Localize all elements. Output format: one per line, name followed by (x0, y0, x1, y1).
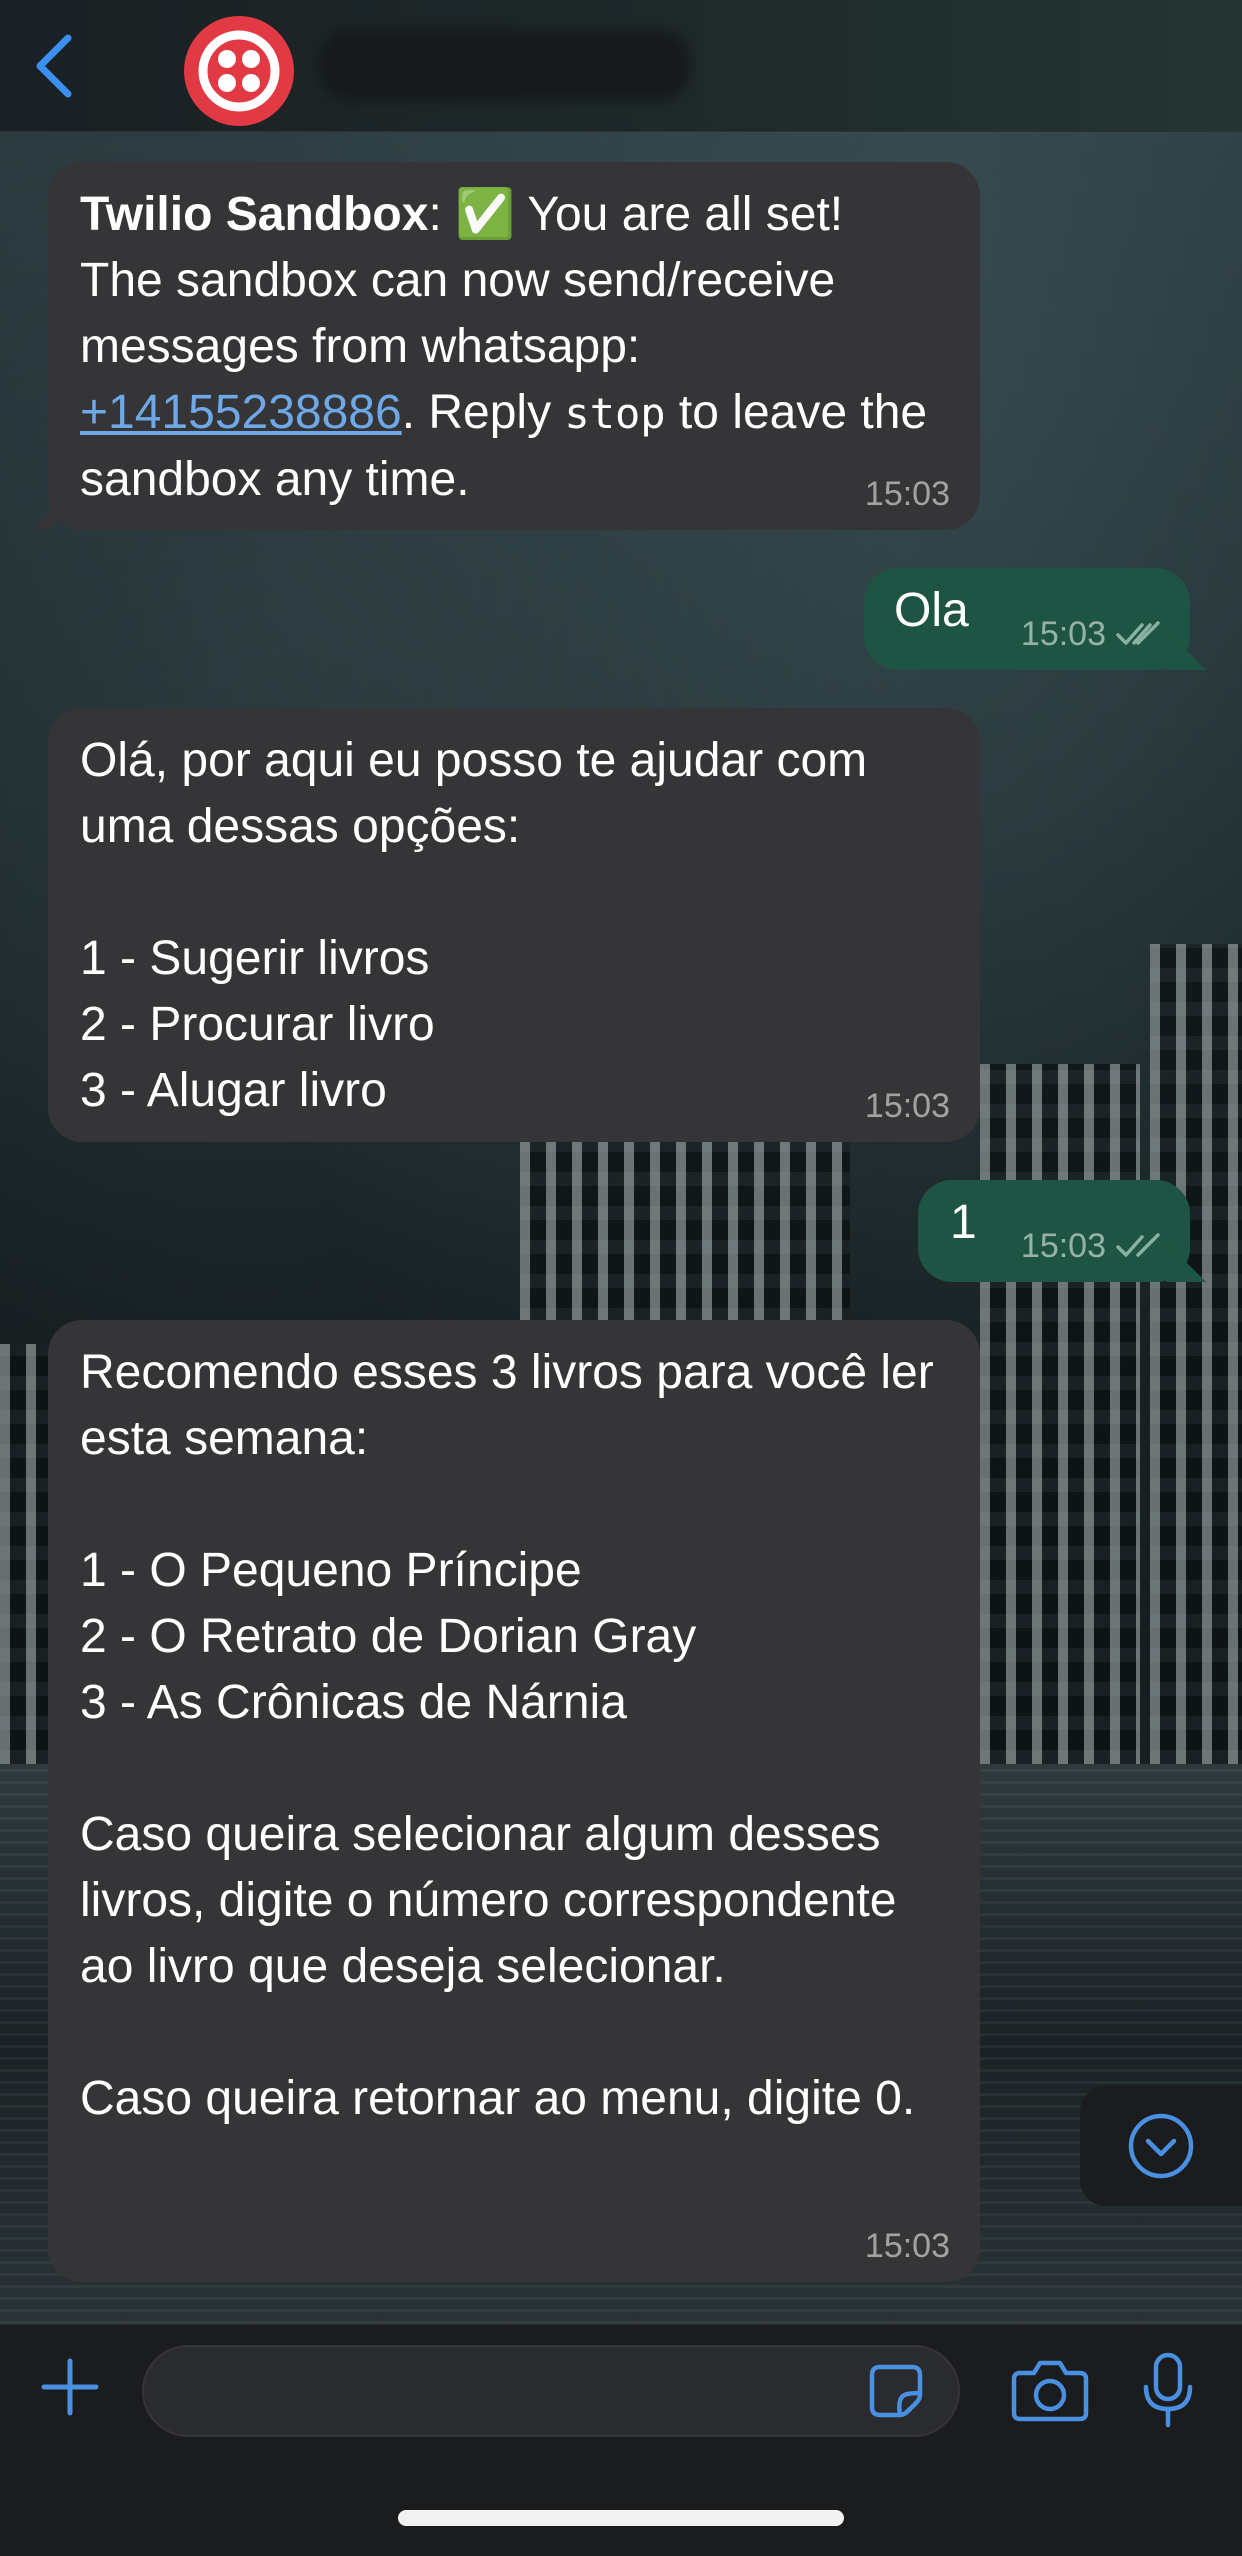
message-time: 15:03 (864, 475, 950, 513)
message-time: 15:03 (1020, 1227, 1106, 1265)
check-mark-emoji: ✅ (455, 188, 515, 241)
plus-icon[interactable] (38, 2355, 102, 2419)
scroll-to-bottom-button[interactable] (1080, 2086, 1242, 2206)
message-time: 15:03 (1020, 615, 1106, 653)
phone-link[interactable]: +14155238886 (80, 386, 402, 439)
message-time: 15:03 (864, 2227, 950, 2265)
message-incoming[interactable]: Olá, por aqui eu posso te ajudar com uma… (48, 708, 980, 1142)
message-text: Ola (894, 584, 969, 637)
chat-header (0, 0, 1242, 132)
sticker-icon[interactable] (866, 2361, 926, 2421)
message-meta: 15:03 (1021, 614, 1164, 654)
avatar[interactable] (184, 16, 294, 126)
double-check-icon (1116, 1233, 1160, 1257)
chevron-down-circle-icon (1128, 2113, 1194, 2179)
wallpaper-building (980, 1064, 1140, 1764)
sender-name: Twilio Sandbox (80, 188, 429, 241)
message-outgoing[interactable]: 1 15:03 (918, 1180, 1190, 1282)
message-text: Recomendo esses 3 livros para você ler e… (80, 1346, 934, 2125)
message-incoming[interactable]: Twilio Sandbox: ✅ You are all set! The s… (48, 162, 980, 530)
message-text: 1 (950, 1196, 977, 1249)
message-text: Twilio Sandbox: ✅ You are all set! The s… (80, 188, 941, 506)
message-text-part: The sandbox can now send/receive message… (80, 254, 849, 373)
message-text-part: . Reply (401, 386, 565, 439)
message-time: 15:03 (864, 1087, 950, 1125)
chevron-left-icon[interactable] (30, 32, 80, 100)
message-incoming[interactable]: Recomendo esses 3 livros para você ler e… (48, 1320, 980, 2282)
wallpaper-building (1150, 944, 1242, 1764)
message-input[interactable] (142, 2345, 960, 2437)
contact-name[interactable] (320, 30, 690, 100)
microphone-icon[interactable] (1140, 2351, 1196, 2429)
message-text-part: You are all set! (527, 188, 844, 241)
double-check-icon (1116, 621, 1160, 645)
command-text: stop (564, 389, 666, 438)
message-meta: 15:03 (1021, 1226, 1164, 1266)
twilio-logo-icon (198, 30, 280, 112)
camera-icon[interactable] (1010, 2357, 1090, 2423)
message-outgoing[interactable]: Ola 15:03 (864, 568, 1190, 670)
message-text: Olá, por aqui eu posso te ajudar com uma… (80, 734, 868, 1117)
home-indicator[interactable] (398, 2510, 844, 2526)
